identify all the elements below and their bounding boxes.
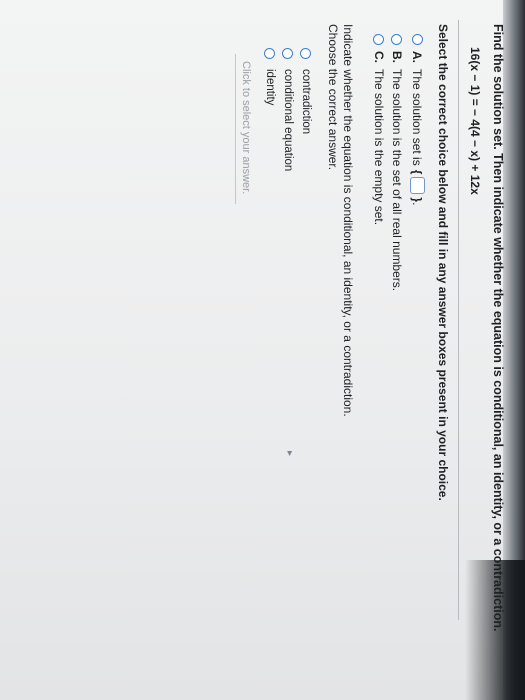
choice-text: The solution is the set of all real numb… [390, 69, 404, 292]
choice-letter: B. [390, 51, 404, 63]
question-title: Find the solution set. Then indicate whe… [491, 24, 505, 632]
question-panel: Find the solution set. Then indicate whe… [235, 20, 507, 664]
divider [458, 20, 459, 620]
instructions: Select the correct choice below and fill… [436, 24, 450, 501]
choice-c[interactable]: C. The solution is the empty set. [372, 34, 386, 225]
choice-b[interactable]: B. The solution is the set of all real n… [390, 34, 404, 291]
radio-button[interactable] [300, 48, 312, 59]
option-contradiction[interactable]: contradiction [300, 48, 312, 134]
option-identity[interactable]: identity [264, 48, 276, 105]
rotated-page: Find the solution set. Then indicate whe… [0, 0, 525, 700]
option-label: identity [264, 69, 276, 106]
cursor-icon: ▸ [284, 451, 295, 457]
choice-letter: C. [372, 51, 386, 63]
equation: 16(x − 1) = − 4(4 − x) + 12x [468, 47, 482, 195]
classification-subprompt: Choose the correct answer. [326, 24, 340, 171]
radio-button[interactable] [391, 34, 403, 45]
option-conditional[interactable]: conditional equation [282, 48, 294, 171]
choice-a[interactable]: A. The solution set is { } . [410, 34, 425, 205]
choice-text: The solution set is [410, 69, 425, 166]
brace-open: { [410, 169, 425, 175]
radio-button[interactable] [373, 34, 385, 45]
radio-button[interactable] [282, 48, 294, 59]
choice-letter: A. [410, 51, 425, 63]
option-label: contradiction [300, 69, 312, 135]
radio-button[interactable] [264, 48, 276, 59]
classification-question: Indicate whether the equation is conditi… [341, 24, 355, 417]
hint-underline [235, 54, 236, 204]
classification-prompt: Indicate whether the equation is conditi… [325, 24, 355, 417]
option-label: conditional equation [282, 69, 294, 172]
period: . [410, 202, 425, 206]
choice-text: The solution is the empty set. [372, 69, 386, 226]
answer-input-box[interactable] [410, 177, 425, 195]
click-hint: Click to select your answer. [240, 61, 252, 195]
radio-button[interactable] [412, 34, 423, 45]
